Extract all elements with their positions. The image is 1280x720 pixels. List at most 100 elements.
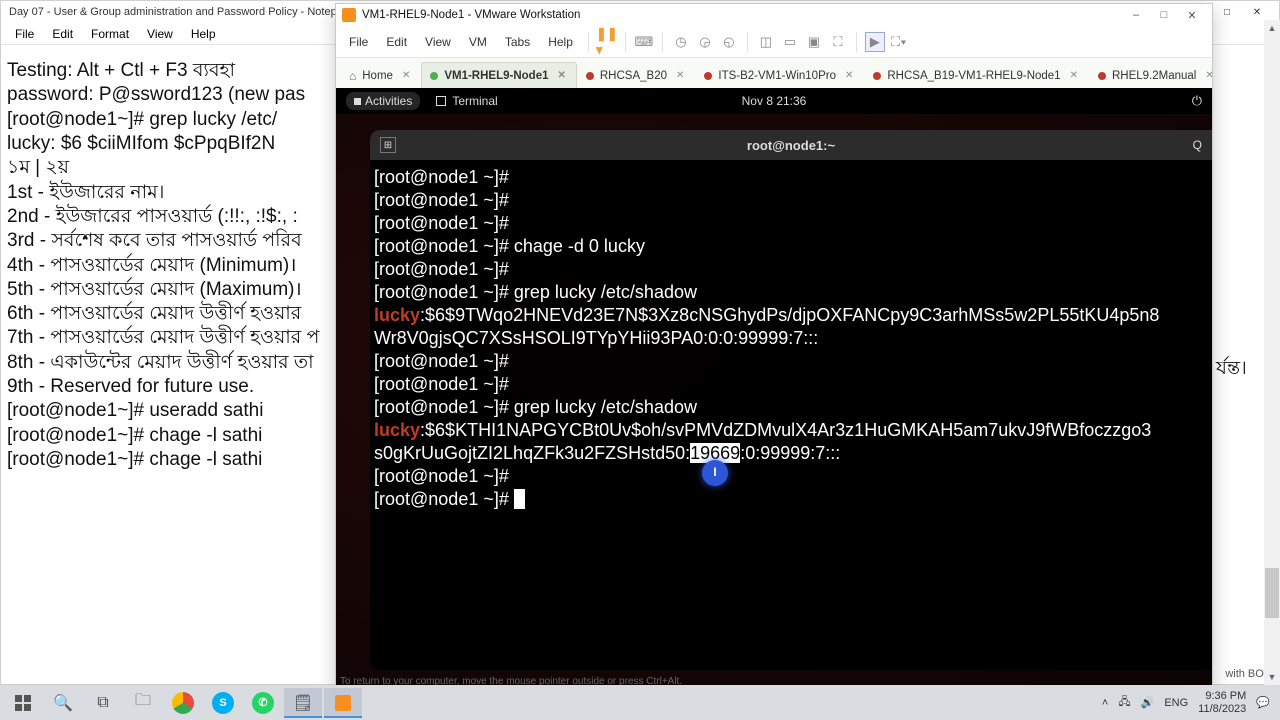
terminal-prompt-line: [root@node1 ~]#: [374, 258, 1208, 281]
vmware-tab-strip: ⌂Home✕ VM1-RHEL9-Node1✕ RHCSA_B20✕ ITS-B…: [336, 58, 1212, 88]
tray-clock[interactable]: 9:36 PM 11/8/2023: [1198, 690, 1246, 714]
tab-close-button[interactable]: ✕: [676, 70, 684, 81]
vmware-titlebar[interactable]: VM1-RHEL9-Node1 - VMware Workstation – □…: [336, 4, 1212, 26]
system-tray: ˄ 🖧 🔊 ENG 9:36 PM 11/8/2023 💬: [1102, 690, 1276, 714]
snapshot-manager-button[interactable]: ◵: [719, 32, 739, 52]
vm-stopped-icon: [1098, 72, 1106, 80]
scrollbar-down-arrow[interactable]: ▼: [1264, 669, 1280, 685]
terminal-prompt-line: [root@node1 ~]#: [374, 465, 1208, 488]
tray-volume-icon[interactable]: 🔊: [1141, 696, 1155, 709]
vmware-tab-active[interactable]: VM1-RHEL9-Node1✕: [421, 62, 577, 88]
taskbar-search-button[interactable]: 🔍: [44, 688, 82, 718]
terminal-prompt-line: [root@node1 ~]#: [374, 212, 1208, 235]
chrome-icon: [172, 692, 194, 714]
vmware-tab[interactable]: RHCSA_B19-VM1-RHEL9-Node1✕: [864, 62, 1089, 88]
notepad-maximize-button[interactable]: □: [1213, 3, 1241, 21]
windows-taskbar: 🔍 ⧉ 🗀 S ✆ 🗒 ˄ 🖧 🔊 ENG 9:36 PM 11/8/2023 …: [0, 685, 1280, 720]
vmware-title: VM1-RHEL9-Node1 - VMware Workstation: [362, 9, 580, 21]
terminal-output-line: lucky:$6$9TWqo2HNEVd23E7N$3Xz8cNSGhydPs/…: [374, 304, 1208, 327]
snapshot-revert-button[interactable]: ◶: [695, 32, 715, 52]
notepad-scrollbar[interactable]: ▲ ▼: [1264, 20, 1280, 685]
snapshot-button[interactable]: ◷: [671, 32, 691, 52]
pause-vm-button[interactable]: ❚❚ ▾: [597, 32, 617, 52]
terminal-cursor: [514, 489, 525, 509]
terminal-output-line: s0gKrUuGojtZI2LhqZFk3u2FZSHstd50:19669:0…: [374, 442, 1208, 465]
tab-close-button[interactable]: ✕: [402, 70, 410, 81]
vm-stopped-icon: [873, 72, 881, 80]
vmware-menu-view[interactable]: View: [418, 32, 458, 52]
home-icon: ⌂: [349, 69, 356, 83]
terminal-titlebar[interactable]: ⊞ root@node1:~ Q: [370, 130, 1212, 160]
quick-switch-button[interactable]: ▶: [865, 32, 885, 52]
scrollbar-up-arrow[interactable]: ▲: [1264, 20, 1280, 36]
tray-language-indicator[interactable]: ENG: [1164, 697, 1188, 709]
send-ctrl-alt-del-button[interactable]: ⌨: [634, 32, 654, 52]
terminal-new-tab-button[interactable]: ⊞: [380, 137, 396, 153]
tray-chevron-button[interactable]: ˄: [1102, 697, 1108, 709]
vmware-logo-icon: [342, 8, 356, 22]
taskbar-skype-button[interactable]: S: [204, 688, 242, 718]
skype-icon: S: [212, 692, 234, 714]
vmware-menu-edit[interactable]: Edit: [379, 32, 414, 52]
view-unity-button[interactable]: ▭: [780, 32, 800, 52]
vmware-minimize-button[interactable]: –: [1122, 5, 1150, 25]
activities-icon: [354, 98, 361, 105]
vmware-tab[interactable]: ITS-B2-VM1-Win10Pro✕: [695, 62, 864, 88]
vmware-toolbar: File Edit View VM Tabs Help ❚❚ ▾ ⌨ ◷ ◶ ◵…: [336, 26, 1212, 58]
terminal-search-button[interactable]: Q: [1193, 138, 1202, 152]
notepad-menu-file[interactable]: File: [7, 25, 42, 43]
terminal-prompt-line: [root@node1 ~]#: [374, 189, 1208, 212]
notepad-close-button[interactable]: ✕: [1243, 3, 1271, 21]
taskbar-chrome-button[interactable]: [164, 688, 202, 718]
vm-stopped-icon: [704, 72, 712, 80]
tray-notifications-button[interactable]: 💬: [1256, 696, 1270, 709]
vmware-icon: [335, 695, 351, 711]
vmware-menu-help[interactable]: Help: [541, 32, 580, 52]
terminal-body[interactable]: [root@node1 ~]# [root@node1 ~]# [root@no…: [370, 160, 1212, 670]
notepad-menu-format[interactable]: Format: [83, 25, 137, 43]
vmware-tab[interactable]: RHCSA_B20✕: [577, 62, 696, 88]
vmware-menu-file[interactable]: File: [342, 32, 375, 52]
gnome-system-tray[interactable]: ⏻: [1192, 93, 1202, 109]
taskbar-vmware-button[interactable]: [324, 688, 362, 718]
view-fullscreen-button[interactable]: ⛶: [828, 32, 848, 52]
terminal-output-line: lucky:$6$KTHI1NAPGYCBt0Uv$oh/svPMVdZDMvu…: [374, 419, 1208, 442]
vmware-menu-vm[interactable]: VM: [462, 32, 494, 52]
tab-close-button[interactable]: ✕: [557, 70, 565, 81]
view-console-button[interactable]: ▣: [804, 32, 824, 52]
vmware-menu-tabs[interactable]: Tabs: [498, 32, 537, 52]
taskbar-taskview-button[interactable]: ⧉: [84, 688, 122, 718]
tab-close-button[interactable]: ✕: [845, 70, 853, 81]
gnome-activities-button[interactable]: Activities: [346, 92, 420, 110]
taskbar-whatsapp-button[interactable]: ✆: [244, 688, 282, 718]
vm-stopped-icon: [586, 72, 594, 80]
notepad-menu-view[interactable]: View: [139, 25, 181, 43]
notepad-menu-edit[interactable]: Edit: [44, 25, 81, 43]
tray-time: 9:36 PM: [1198, 690, 1246, 702]
notepad-overflow-text: র্যন্ত।: [1216, 354, 1247, 386]
terminal-title: root@node1:~: [747, 138, 835, 153]
whatsapp-icon: ✆: [252, 692, 274, 714]
terminal-output-line: Wr8V0gjsQC7XSsHSOLI9TYpYHii93PA0:0:0:999…: [374, 327, 1208, 350]
taskbar-explorer-button[interactable]: 🗀: [124, 688, 162, 718]
tab-close-button[interactable]: ✕: [1205, 70, 1212, 81]
vmware-maximize-button[interactable]: □: [1150, 5, 1178, 25]
terminal-prompt-line: [root@node1 ~]#: [374, 350, 1208, 373]
gnome-app-menu[interactable]: Terminal: [436, 94, 497, 108]
view-split-button[interactable]: ◫: [756, 32, 776, 52]
gnome-clock[interactable]: Nov 8 21:36: [742, 94, 807, 108]
tray-network-icon[interactable]: 🖧: [1118, 693, 1130, 712]
terminal-prompt-line: [root@node1 ~]#: [374, 373, 1208, 396]
vmware-close-button[interactable]: ✕: [1178, 5, 1206, 25]
start-button[interactable]: [4, 688, 42, 718]
terminal-command-line: [root@node1 ~]# chage -d 0 lucky: [374, 235, 1208, 258]
taskbar-notepad-button[interactable]: 🗒: [284, 688, 322, 718]
terminal-prompt-line: [root@node1 ~]#: [374, 166, 1208, 189]
stretch-guest-button[interactable]: ⛶▾: [889, 32, 909, 52]
vmware-tab[interactable]: RHEL9.2Manual✕: [1089, 62, 1212, 88]
terminal-icon: [436, 96, 446, 106]
vmware-tab-home[interactable]: ⌂Home✕: [340, 62, 421, 88]
tab-close-button[interactable]: ✕: [1070, 70, 1078, 81]
scrollbar-thumb[interactable]: [1265, 568, 1279, 618]
notepad-menu-help[interactable]: Help: [183, 25, 224, 43]
